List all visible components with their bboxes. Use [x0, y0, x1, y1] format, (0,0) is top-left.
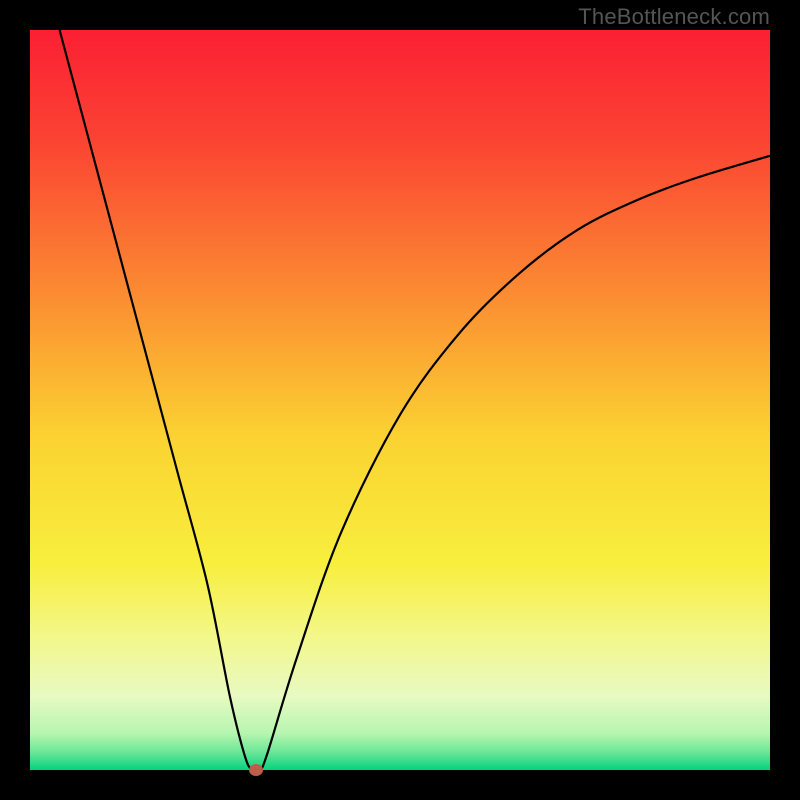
watermark-text: TheBottleneck.com [578, 4, 770, 30]
optimal-point-marker [249, 764, 263, 776]
chart-frame [30, 30, 770, 770]
chart-gradient-background [30, 30, 770, 770]
